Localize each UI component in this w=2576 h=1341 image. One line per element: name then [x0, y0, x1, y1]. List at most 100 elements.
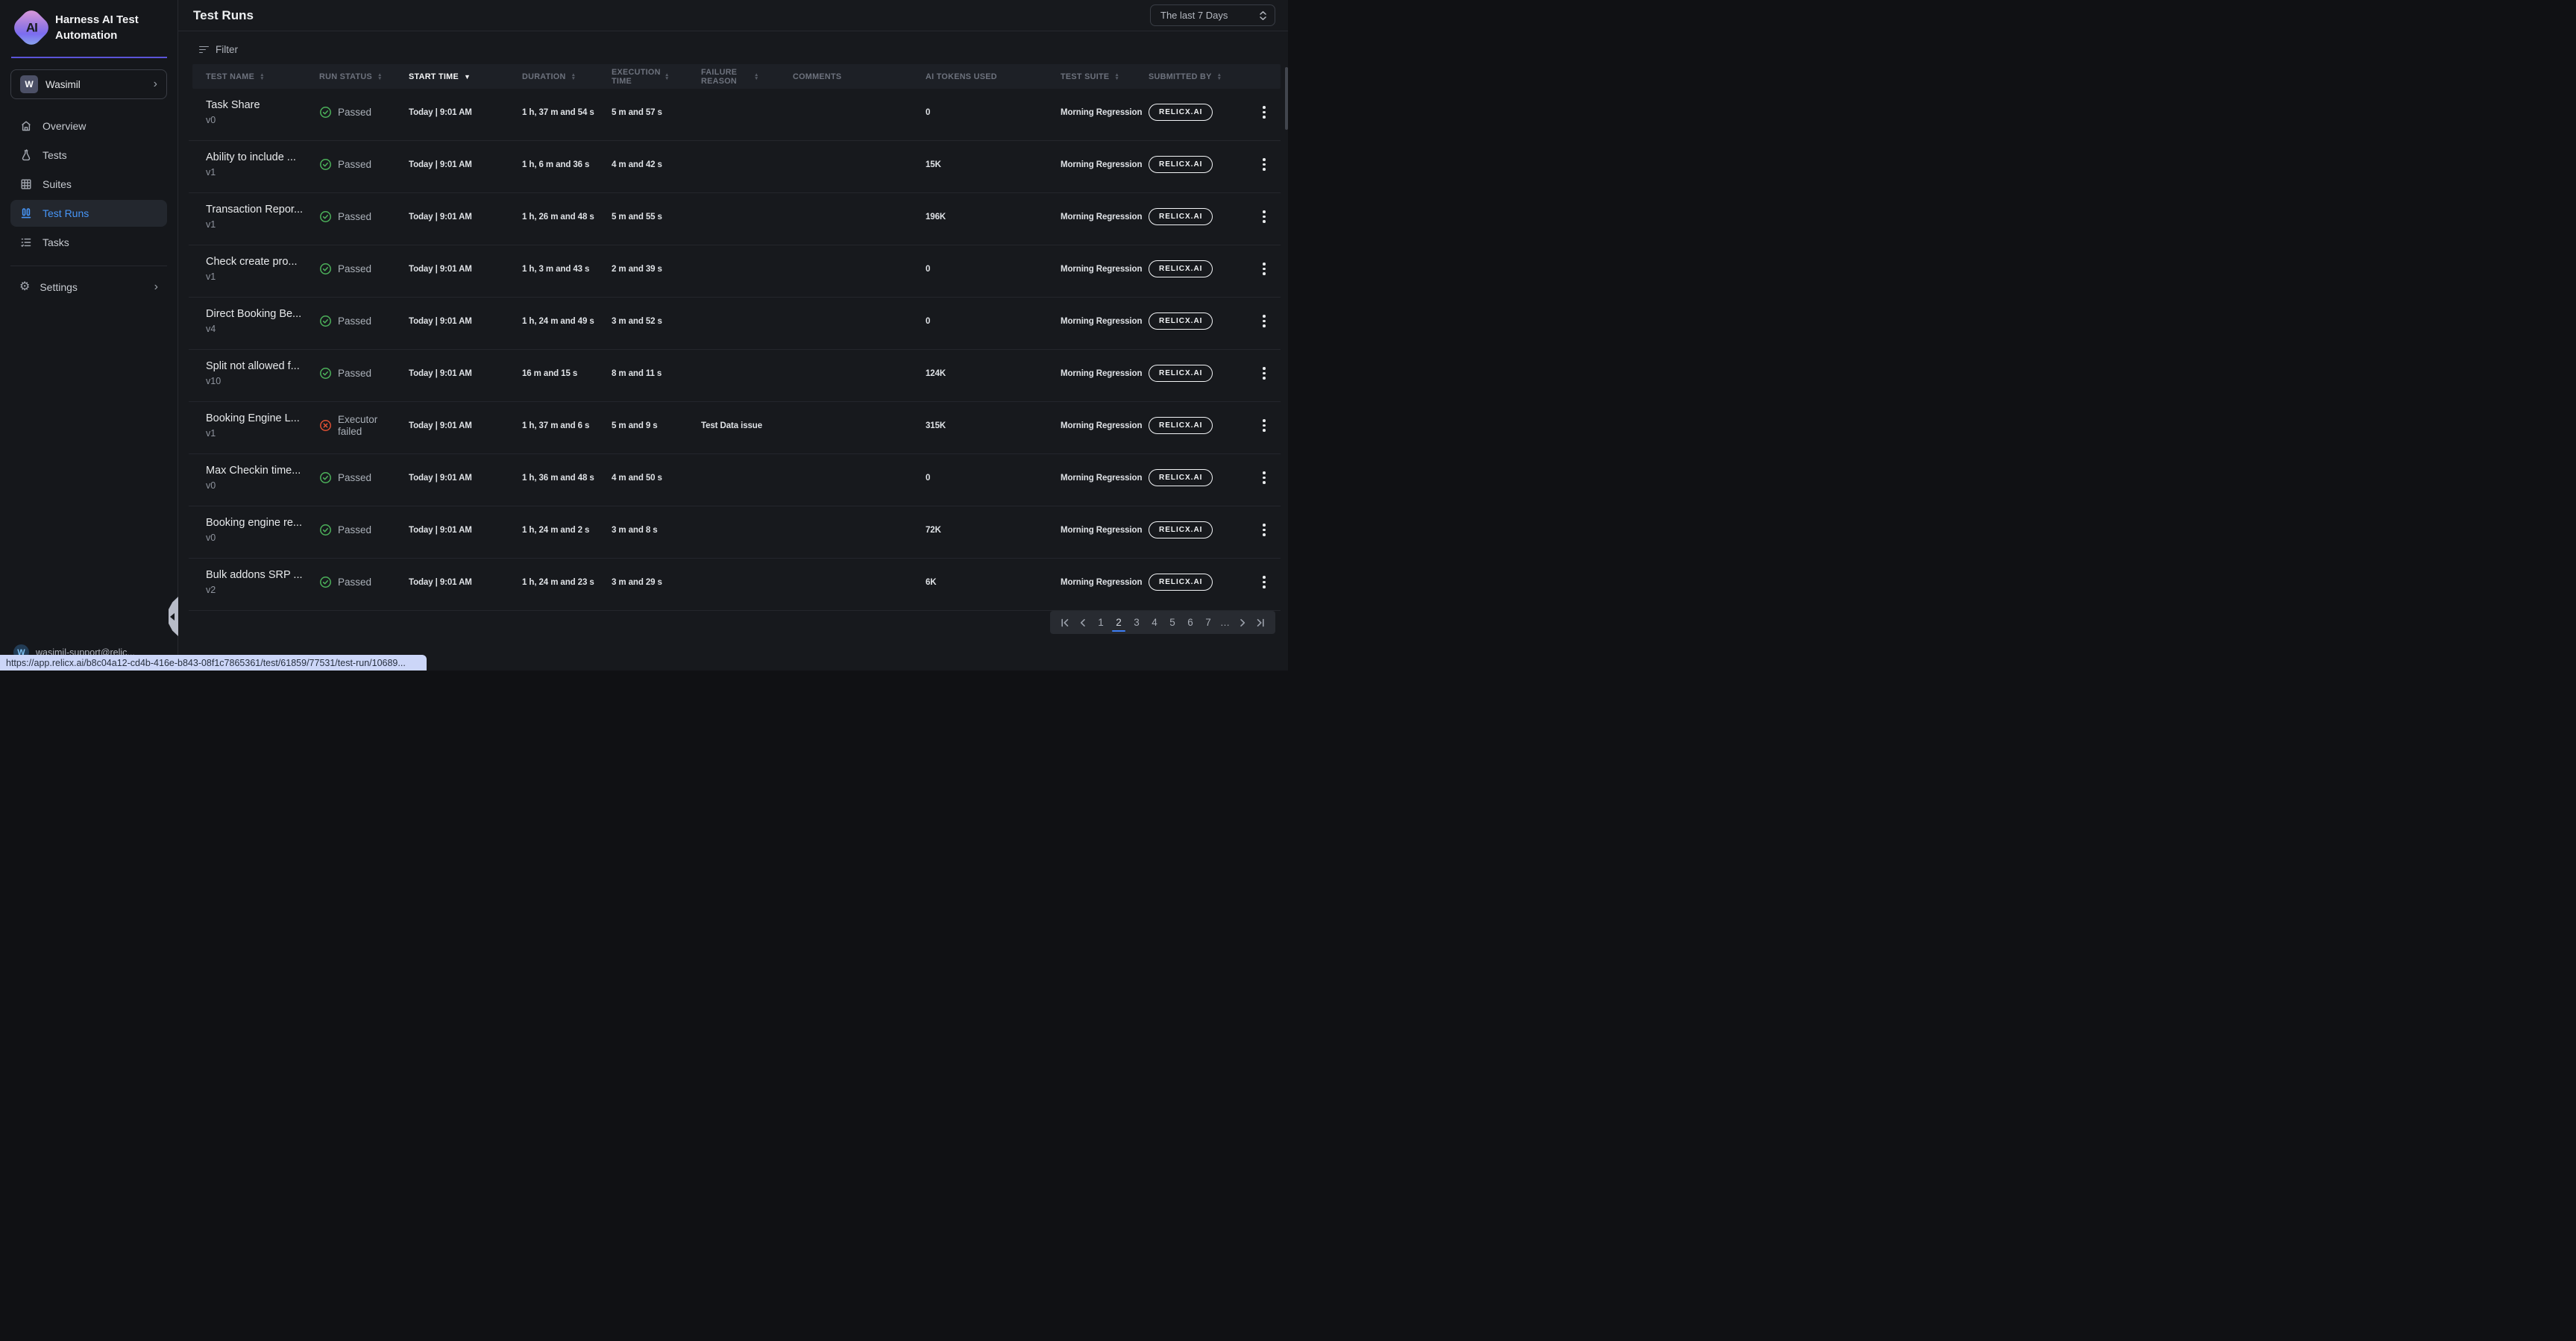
cell-run-status: Passed: [319, 158, 409, 171]
submitted-by-badge: RELICX.AI: [1149, 260, 1213, 277]
pagination-page-7-button[interactable]: 7: [1200, 611, 1216, 634]
kebab-icon: [1263, 210, 1266, 213]
table-row[interactable]: Task Sharev0PassedToday | 9:01 AM1 h, 37…: [189, 89, 1281, 141]
pagination-next-button[interactable]: [1234, 611, 1251, 634]
cell-start-time: Today | 9:01 AM: [409, 108, 522, 117]
col-header-label: TEST SUITE: [1061, 72, 1109, 81]
col-header-execution-time[interactable]: EXECUTION TIME▲▼: [612, 68, 701, 86]
test-name-link[interactable]: Check create pro...: [206, 256, 319, 268]
cell-start-time: Today | 9:01 AM: [409, 160, 522, 169]
cell-test-suite: Morning Regression: [1061, 526, 1149, 535]
pagination-page-4-button[interactable]: 4: [1146, 611, 1163, 634]
row-actions-button[interactable]: [1248, 415, 1280, 436]
sidebar-item-settings[interactable]: ⚙ Settings ›: [10, 274, 167, 301]
col-header-test-name[interactable]: TEST NAME▲▼: [206, 72, 319, 81]
test-name-link[interactable]: Ability to include ...: [206, 151, 319, 163]
filter-button[interactable]: Filter: [199, 44, 238, 55]
test-name-link[interactable]: Bulk addons SRP ...: [206, 569, 319, 581]
cell-execution-time: 8 m and 11 s: [612, 369, 701, 378]
row-actions-button[interactable]: [1248, 571, 1280, 593]
chevron-right-icon: ›: [154, 281, 158, 293]
app-logo-icon: AI: [10, 7, 53, 49]
sidebar-item-suites[interactable]: Suites: [10, 171, 167, 198]
table-row[interactable]: Bulk addons SRP ...v2PassedToday | 9:01 …: [189, 559, 1281, 611]
test-name-link[interactable]: Transaction Repor...: [206, 204, 319, 216]
table-row[interactable]: Booking engine re...v0PassedToday | 9:01…: [189, 506, 1281, 559]
col-header-duration[interactable]: DURATION▲▼: [522, 72, 612, 81]
test-name-link[interactable]: Booking Engine L...: [206, 412, 319, 424]
col-header-submitted-by[interactable]: SUBMITTED BY▲▼: [1149, 72, 1238, 81]
chevron-up-down-icon: [1259, 10, 1267, 21]
cell-run-status: Passed: [319, 367, 409, 380]
run-status-label: Passed: [338, 315, 371, 327]
cell-execution-time: 3 m and 29 s: [612, 578, 701, 587]
cell-test-suite: Morning Regression: [1061, 265, 1149, 274]
passed-icon: [319, 106, 332, 119]
table-row[interactable]: Transaction Repor...v1PassedToday | 9:01…: [189, 193, 1281, 245]
row-actions-button[interactable]: [1248, 154, 1280, 175]
pagination-prev-button[interactable]: [1075, 611, 1091, 634]
pagination-page-5-button[interactable]: 5: [1164, 611, 1181, 634]
sidebar-item-overview[interactable]: Overview: [10, 113, 167, 139]
col-header-run-status[interactable]: RUN STATUS▲▼: [319, 72, 409, 81]
test-name-link[interactable]: Booking engine re...: [206, 517, 319, 529]
cell-start-time: Today | 9:01 AM: [409, 317, 522, 326]
link-preview-url: https://app.relicx.ai/b8c04a12-cd4b-416e…: [6, 658, 406, 668]
scrollbar-thumb[interactable]: [1285, 67, 1288, 130]
sidebar-item-tasks[interactable]: Tasks: [10, 229, 167, 256]
filter-icon: [199, 46, 209, 54]
pagination-first-button[interactable]: [1057, 611, 1073, 634]
flask-icon: [19, 148, 33, 162]
test-name-link[interactable]: Direct Booking Be...: [206, 308, 319, 320]
cell-submitted-by: RELICX.AI: [1149, 419, 1238, 436]
cell-test-name: Split not allowed f...v10: [206, 360, 319, 386]
col-header-label: START TIME: [409, 72, 459, 81]
sidebar-collapse-handle[interactable]: [169, 597, 178, 636]
kebab-icon: [1263, 471, 1266, 474]
test-version: v0: [206, 115, 319, 125]
row-actions-button[interactable]: [1248, 467, 1280, 489]
submitted-by-badge: RELICX.AI: [1149, 313, 1213, 330]
row-actions-button[interactable]: [1248, 258, 1280, 280]
col-header-comments: COMMENTS: [793, 72, 926, 81]
submitted-by-badge: RELICX.AI: [1149, 156, 1213, 173]
test-name-link[interactable]: Task Share: [206, 99, 319, 111]
row-actions-button[interactable]: [1248, 362, 1280, 384]
sidebar-item-test-runs[interactable]: Test Runs: [10, 200, 167, 227]
pagination-page-2-button[interactable]: 2: [1110, 611, 1127, 634]
row-actions-button[interactable]: [1248, 101, 1280, 123]
org-selector[interactable]: W Wasimil ›: [10, 69, 167, 99]
cell-test-suite: Morning Regression: [1061, 213, 1149, 222]
cell-ai-tokens-used: 0: [926, 265, 1061, 274]
table-row[interactable]: Max Checkin time...v0PassedToday | 9:01 …: [189, 454, 1281, 506]
sidebar-item-tests[interactable]: Tests: [10, 142, 167, 169]
sort-arrows-icon: ▲▼: [665, 73, 670, 81]
cell-execution-time: 5 m and 57 s: [612, 108, 701, 117]
sidebar-item-label: Overview: [43, 120, 86, 132]
table-row[interactable]: Ability to include ...v1PassedToday | 9:…: [189, 141, 1281, 193]
pagination-page-1-button[interactable]: 1: [1093, 611, 1109, 634]
row-actions-button[interactable]: [1248, 310, 1280, 332]
passed-icon: [319, 471, 332, 484]
row-actions-button[interactable]: [1248, 519, 1280, 541]
table-row[interactable]: Split not allowed f...v10PassedToday | 9…: [189, 350, 1281, 402]
link-preview-statusbar: https://app.relicx.ai/b8c04a12-cd4b-416e…: [0, 655, 427, 670]
table-row[interactable]: Check create pro...v1PassedToday | 9:01 …: [189, 245, 1281, 298]
col-header-failure-reason[interactable]: FAILURE REASON▲▼: [701, 68, 793, 86]
test-name-link[interactable]: Max Checkin time...: [206, 465, 319, 477]
col-header-test-suite[interactable]: TEST SUITE▲▼: [1061, 72, 1149, 81]
date-range-select[interactable]: The last 7 Days: [1150, 4, 1275, 26]
cell-submitted-by: RELICX.AI: [1149, 263, 1238, 280]
org-avatar: W: [20, 75, 38, 93]
table-row[interactable]: Booking Engine L...v1Executor failedToda…: [189, 402, 1281, 454]
col-header-label: AI TOKENS USED: [926, 72, 997, 81]
gear-icon: ⚙: [19, 281, 30, 293]
row-actions-button[interactable]: [1248, 206, 1280, 227]
cell-ai-tokens-used: 6K: [926, 578, 1061, 587]
pagination-page-3-button[interactable]: 3: [1128, 611, 1145, 634]
table-row[interactable]: Direct Booking Be...v4PassedToday | 9:01…: [189, 298, 1281, 350]
pagination-last-button[interactable]: [1252, 611, 1269, 634]
pagination-page-6-button[interactable]: 6: [1182, 611, 1199, 634]
test-name-link[interactable]: Split not allowed f...: [206, 360, 319, 372]
col-header-start-time[interactable]: START TIME▼: [409, 72, 522, 81]
